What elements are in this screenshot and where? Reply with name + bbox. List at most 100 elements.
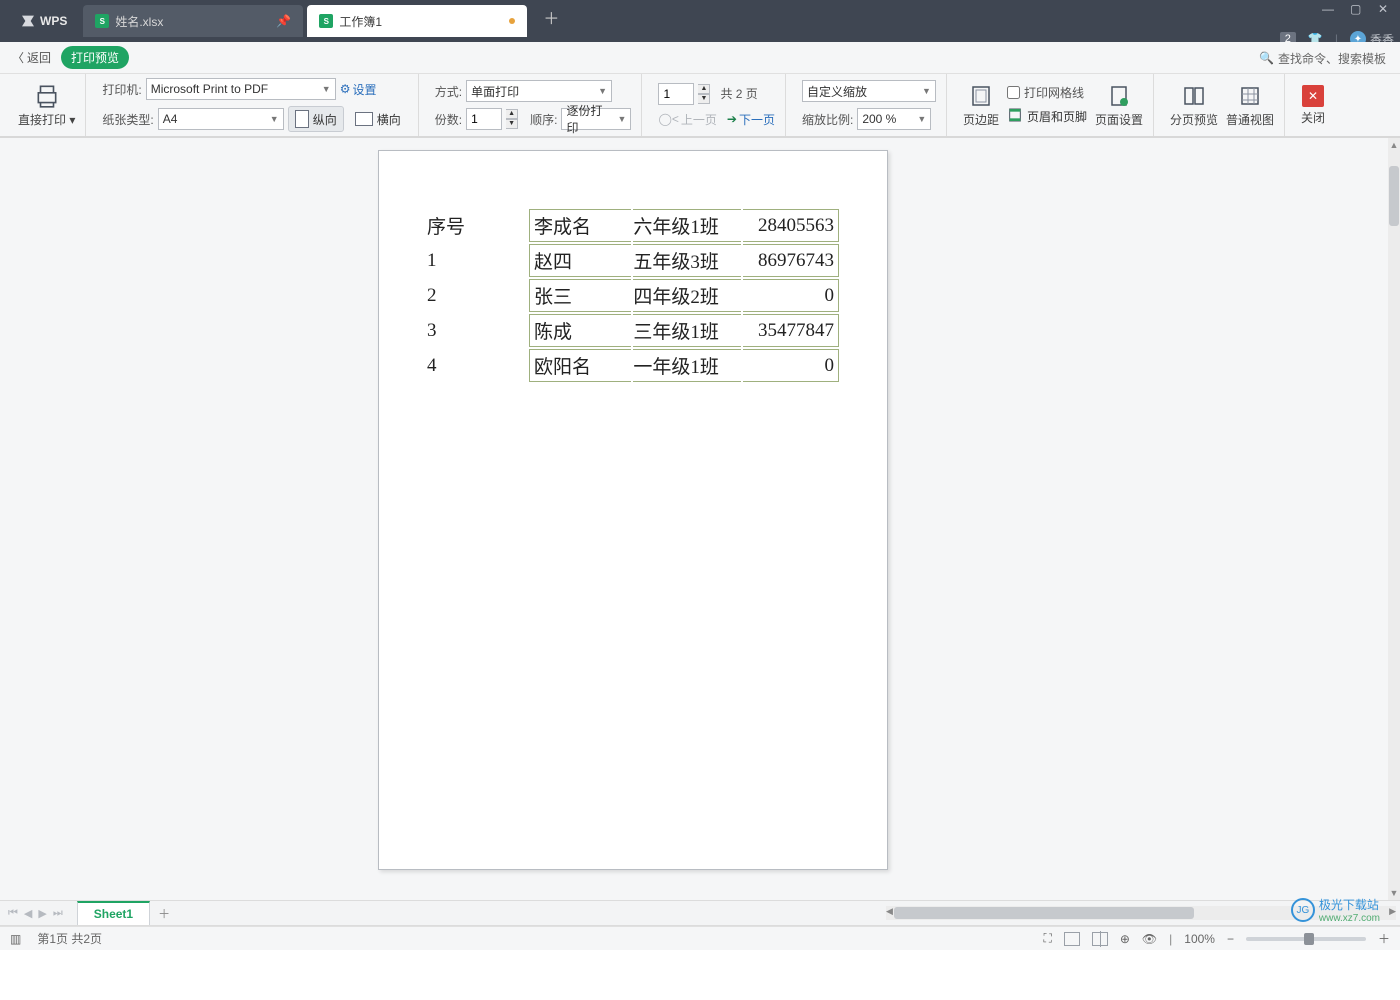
scroll-down-icon[interactable]: ▼	[1388, 888, 1400, 898]
search-command[interactable]: 🔍 查找命令、搜索模板	[1259, 42, 1386, 74]
grid-checkbox-input[interactable]	[1007, 86, 1020, 99]
maximize-button[interactable]: ▢	[1350, 2, 1364, 16]
table-row: 3 陈成 三年级1班 35477847	[427, 314, 839, 347]
normal-view-label: 普通视图	[1226, 111, 1274, 128]
scroll-left-icon[interactable]: ◀	[886, 906, 893, 917]
zoom-slider[interactable]	[1246, 937, 1366, 941]
printer-settings-link[interactable]: ⚙ 设置	[340, 81, 377, 98]
normal-view-icon	[1237, 83, 1263, 109]
copies-spinner[interactable]: ▲▼	[506, 109, 518, 129]
zoom-slider-knob[interactable]	[1304, 933, 1314, 945]
copies-label: 份数:	[435, 111, 462, 128]
status-bar: ▥ 第1页 共2页 ⛶ ⊕ 👁 | 100% − ＋	[0, 926, 1400, 950]
print-preview-pill: 打印预览	[61, 46, 129, 69]
cell-class: 五年级3班	[633, 244, 740, 277]
paper-label: 纸张类型:	[102, 111, 153, 128]
cell-number: 0	[743, 279, 839, 312]
cell-name: 李成名	[529, 209, 631, 242]
page-margins-button[interactable]: 页边距	[963, 83, 999, 128]
spreadsheet-icon: S	[319, 14, 333, 28]
preview-page: 序号 李成名 六年级1班 28405563 1 赵四 五年级3班 8697674…	[378, 150, 888, 870]
back-button[interactable]: 〈 返回	[12, 49, 51, 66]
page-setup-button[interactable]: 页面设置	[1095, 83, 1143, 128]
zoom-percent-text[interactable]: 100%	[1184, 932, 1215, 946]
sheet-prev-button[interactable]: ◀	[24, 907, 32, 920]
sheet-next-button[interactable]: ▶	[38, 907, 46, 920]
cell-number: 86976743	[743, 244, 839, 277]
cell-seq: 2	[427, 279, 527, 312]
paper-select[interactable]: A4 ▼	[158, 108, 284, 130]
scroll-up-icon[interactable]: ▲	[1388, 140, 1400, 150]
next-page-button[interactable]: ➔ 下一页	[727, 111, 775, 128]
paper-value: A4	[163, 112, 178, 126]
horizontal-scrollbar[interactable]: ◀ ▶	[886, 906, 1396, 920]
table-row: 1 赵四 五年级3班 86976743	[427, 244, 839, 277]
zoom-out-button[interactable]: −	[1227, 932, 1234, 946]
cell-class: 一年级1班	[633, 349, 740, 382]
add-sheet-button[interactable]: ＋	[158, 905, 170, 922]
chevron-down-icon: ▼	[322, 84, 331, 94]
zoom-mode-select[interactable]: 自定义缩放 ▼	[802, 80, 936, 102]
print-grid-checkbox[interactable]: 打印网格线	[1007, 84, 1087, 101]
order-select[interactable]: 逐份打印 ▼	[561, 108, 631, 130]
cell-name: 张三	[529, 279, 631, 312]
preview-canvas[interactable]: 序号 李成名 六年级1班 28405563 1 赵四 五年级3班 8697674…	[0, 138, 1388, 900]
print-mode-select[interactable]: 单面打印 ▼	[466, 80, 612, 102]
sheet-last-button[interactable]: ⏭	[53, 907, 63, 920]
printer-select[interactable]: Microsoft Print to PDF ▼	[146, 78, 336, 100]
chevron-down-icon: ▼	[270, 114, 279, 124]
cell-class: 三年级1班	[633, 314, 740, 347]
view-mode-normal-icon[interactable]	[1064, 932, 1080, 946]
page-break-label: 分页预览	[1170, 111, 1218, 128]
layout-icon[interactable]: ▥	[10, 932, 21, 946]
direct-print-button[interactable]: 直接打印 ▾	[18, 83, 75, 128]
page-spinner[interactable]: ▲▼	[698, 84, 710, 104]
tab-file-1[interactable]: S 姓名.xlsx 📌	[83, 5, 303, 37]
tab-file-2[interactable]: S 工作簿1	[307, 5, 527, 37]
view-mode-page-icon[interactable]	[1092, 932, 1108, 946]
sheet-tab-active[interactable]: Sheet1	[77, 901, 150, 925]
table-row: 2 张三 四年级2班 0	[427, 279, 839, 312]
scrollbar-thumb[interactable]	[1389, 166, 1399, 226]
printer-icon	[34, 83, 60, 109]
close-window-button[interactable]: ✕	[1378, 2, 1392, 16]
cell-class: 四年级2班	[633, 279, 740, 312]
page-number-input[interactable]	[658, 83, 694, 105]
orientation-portrait-button[interactable]: 纵向	[288, 106, 344, 132]
normal-view-button[interactable]: 普通视图	[1226, 83, 1274, 128]
zoom-ratio-select[interactable]: 200 % ▼	[857, 108, 931, 130]
vertical-scrollbar[interactable]: ▲ ▼	[1388, 138, 1400, 900]
total-pages-text: 共 2 页	[720, 85, 757, 102]
scrollbar-thumb[interactable]	[894, 907, 1194, 919]
sheet-first-button[interactable]: ⏮	[8, 907, 18, 920]
page-setup-icon	[1106, 83, 1132, 109]
prev-page-label: 上一页	[681, 111, 717, 128]
direct-print-label: 直接打印	[18, 113, 66, 127]
new-tab-button[interactable]: ＋	[537, 7, 565, 35]
page-break-preview-button[interactable]: 分页预览	[1170, 83, 1218, 128]
tab-label: 工作簿1	[339, 13, 382, 30]
table-row: 4 欧阳名 一年级1班 0	[427, 349, 839, 382]
unsaved-dot-icon	[509, 18, 515, 24]
app-name: WPS	[40, 14, 67, 28]
cell-number: 28405563	[743, 209, 839, 242]
close-preview-button[interactable]: ✕ 关闭	[1301, 85, 1325, 126]
orientation-landscape-button[interactable]: 横向	[348, 107, 408, 132]
zoom-in-button[interactable]: ＋	[1378, 930, 1390, 947]
margins-label: 页边距	[963, 111, 999, 128]
pin-icon[interactable]: 📌	[276, 14, 291, 28]
order-value: 逐份打印	[566, 102, 613, 136]
chevron-left-icon: 〈	[12, 49, 24, 66]
arrow-left-circle-icon: ◯<	[658, 112, 678, 126]
status-page-text: 第1页 共2页	[37, 930, 102, 947]
copies-input[interactable]	[466, 108, 502, 130]
fullscreen-icon[interactable]: ⛶	[1043, 931, 1051, 946]
scroll-right-icon[interactable]: ▶	[1389, 906, 1396, 917]
view-mode-reading-icon[interactable]: ⊕	[1120, 932, 1130, 946]
eye-icon[interactable]: 👁	[1142, 932, 1157, 946]
header-footer-button[interactable]: 页眉和页脚	[1007, 107, 1087, 126]
minimize-button[interactable]: —	[1322, 2, 1336, 16]
order-label: 顺序:	[530, 111, 557, 128]
cell-seq: 4	[427, 349, 527, 382]
subtoolbar: 〈 返回 打印预览 🔍 查找命令、搜索模板	[0, 42, 1400, 74]
